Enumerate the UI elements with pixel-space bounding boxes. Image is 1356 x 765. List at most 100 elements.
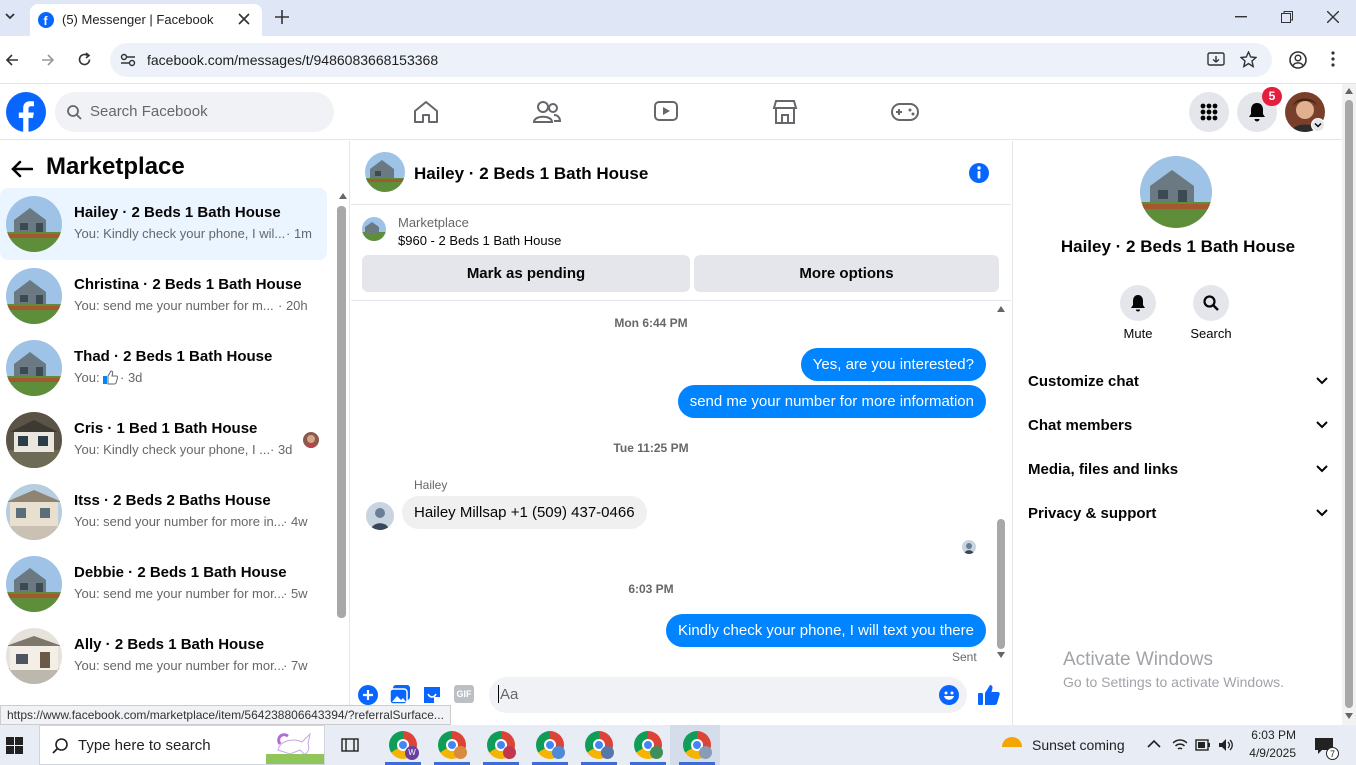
conversation-item[interactable]: Hailey · 2 Beds 1 Bath House You: Kindly… xyxy=(0,188,327,260)
browser-tab[interactable]: f (5) Messenger | Facebook xyxy=(30,4,262,36)
search-conversation-button[interactable] xyxy=(1193,285,1229,321)
minimize-icon[interactable] xyxy=(1235,16,1247,18)
facebook-header: Search Facebook 5 xyxy=(0,84,1342,140)
chrome-app-icon[interactable] xyxy=(487,731,516,759)
tab-list-chevron-icon[interactable] xyxy=(4,10,16,22)
chrome-app-icon[interactable] xyxy=(438,731,467,759)
gaming-icon[interactable] xyxy=(890,101,920,123)
seen-avatar xyxy=(303,432,319,448)
conversation-name: Thad · 2 Beds 1 Bath House xyxy=(74,348,273,365)
back-arrow-icon[interactable] xyxy=(11,160,33,178)
chrome-app-icon[interactable] xyxy=(536,731,565,759)
account-chevron-icon[interactable] xyxy=(1311,118,1325,132)
battery-icon[interactable] xyxy=(1195,739,1211,751)
listing-thumbnail-house xyxy=(6,628,62,684)
scroll-up-icon[interactable] xyxy=(997,306,1005,312)
page-scrollbar[interactable] xyxy=(1342,84,1356,725)
clock-time[interactable]: 6:03 PM xyxy=(1248,728,1296,742)
volume-icon[interactable] xyxy=(1218,738,1234,752)
like-send-icon[interactable] xyxy=(978,684,1000,706)
media-files-section[interactable]: Media, files and links xyxy=(1028,450,1328,490)
plus-actions-icon[interactable] xyxy=(358,685,378,705)
friends-icon[interactable] xyxy=(533,100,561,124)
notification-badge: 5 xyxy=(1262,87,1282,106)
scroll-down-icon[interactable] xyxy=(1345,713,1353,719)
video-icon[interactable] xyxy=(653,100,679,124)
home-icon[interactable] xyxy=(413,100,439,124)
incoming-message[interactable]: Hailey Millsap +1 (509) 437-0466 xyxy=(402,496,647,529)
close-tab-icon[interactable] xyxy=(238,13,250,25)
conversation-preview: You: send your number for more in... xyxy=(74,514,285,529)
profile-listing-photo[interactable] xyxy=(1140,156,1212,228)
windows-taskbar: Type here to search W Sunset coming 6:03… xyxy=(0,725,1356,765)
network-icon[interactable] xyxy=(1172,738,1188,752)
outgoing-message[interactable]: Kindly check your phone, I will text you… xyxy=(666,614,986,647)
conversation-item[interactable]: Cris · 1 Bed 1 Bath House You: Kindly ch… xyxy=(0,404,327,476)
profile-icon[interactable] xyxy=(1289,51,1307,69)
scroll-down-icon[interactable] xyxy=(997,652,1005,658)
chrome-app-icon[interactable] xyxy=(683,731,712,759)
mute-button[interactable] xyxy=(1120,285,1156,321)
windows-start-icon[interactable] xyxy=(6,737,23,754)
message-input[interactable]: Aa xyxy=(489,677,967,713)
omnibox[interactable]: facebook.com/messages/t/9486083668153368 xyxy=(110,43,1272,77)
close-window-icon[interactable] xyxy=(1327,11,1339,23)
conversation-item[interactable]: Thad · 2 Beds 1 Bath House You: · 3d xyxy=(0,332,327,404)
task-view-icon[interactable] xyxy=(341,736,359,754)
chrome-app-icon[interactable] xyxy=(634,731,663,759)
weather-sun-icon[interactable] xyxy=(999,733,1025,757)
sticker-icon[interactable] xyxy=(422,685,442,705)
scroll-up-icon[interactable] xyxy=(339,193,347,199)
reload-icon[interactable] xyxy=(77,52,92,67)
chat-avatar[interactable] xyxy=(365,152,405,192)
listing-title[interactable]: $960 - 2 Beds 1 Bath House xyxy=(398,233,561,248)
privacy-support-section[interactable]: Privacy & support xyxy=(1028,494,1328,534)
url-text[interactable]: facebook.com/messages/t/9486083668153368 xyxy=(147,52,438,68)
show-hidden-icons-icon[interactable] xyxy=(1147,739,1161,749)
page-scroll-thumb[interactable] xyxy=(1345,100,1353,708)
site-info-icon[interactable] xyxy=(120,53,136,67)
browser-menu-icon[interactable] xyxy=(1331,51,1335,67)
facebook-logo-icon[interactable] xyxy=(6,92,46,132)
outgoing-message[interactable]: Yes, are you interested? xyxy=(800,348,986,381)
restore-icon[interactable] xyxy=(1281,11,1293,23)
conversation-item[interactable]: Ally · 2 Beds 1 Bath House You: send me … xyxy=(0,620,327,692)
scroll-up-icon[interactable] xyxy=(1345,88,1353,94)
back-icon[interactable] xyxy=(5,53,19,67)
chat-title[interactable]: Hailey · 2 Beds 1 Bath House xyxy=(414,164,648,184)
install-app-icon[interactable] xyxy=(1207,52,1225,68)
sender-avatar[interactable] xyxy=(366,502,394,530)
listing-thumbnail-house xyxy=(6,556,62,612)
chat-members-section[interactable]: Chat members xyxy=(1028,406,1328,446)
customize-chat-section[interactable]: Customize chat xyxy=(1028,362,1328,402)
sent-status: Sent xyxy=(952,650,977,664)
sender-name: Hailey xyxy=(414,478,448,492)
chrome-app-icon[interactable]: W xyxy=(389,731,419,760)
chat-list-scrollbar[interactable] xyxy=(337,206,346,618)
new-tab-icon[interactable] xyxy=(275,10,289,24)
listing-thumbnail-house xyxy=(6,268,62,324)
clock-date[interactable]: 4/9/2025 xyxy=(1242,746,1296,760)
conversation-scrollbar[interactable] xyxy=(997,519,1005,649)
photo-attach-icon[interactable] xyxy=(390,685,410,705)
conversation-item[interactable]: Debbie · 2 Beds 1 Bath House You: send m… xyxy=(0,548,327,620)
marketplace-icon[interactable] xyxy=(772,99,798,125)
emoji-icon[interactable] xyxy=(939,685,959,705)
notification-count-badge: 7 xyxy=(1326,747,1339,760)
conversation-time: · 5w xyxy=(283,586,308,601)
conversation-item[interactable]: Christina · 2 Beds 1 Bath House You: sen… xyxy=(0,260,327,332)
taskbar-search[interactable]: Type here to search xyxy=(39,725,325,765)
info-icon[interactable] xyxy=(968,162,990,184)
mark-as-pending-button[interactable]: Mark as pending xyxy=(362,255,690,292)
menu-button[interactable] xyxy=(1189,92,1229,132)
chrome-app-icon[interactable] xyxy=(585,731,614,759)
conversation-item[interactable]: Itss · 2 Beds 2 Baths House You: send yo… xyxy=(0,476,327,548)
more-options-button[interactable]: More options xyxy=(694,255,999,292)
facebook-search[interactable]: Search Facebook xyxy=(55,92,334,132)
bookmark-star-icon[interactable] xyxy=(1240,51,1257,68)
forward-icon[interactable] xyxy=(41,53,55,67)
outgoing-message[interactable]: send me your number for more information xyxy=(677,385,986,418)
activate-windows-subtitle: Go to Settings to activate Windows. xyxy=(1063,674,1284,690)
gif-button[interactable]: GIF xyxy=(454,685,474,703)
weather-text[interactable]: Sunset coming xyxy=(1032,737,1125,753)
